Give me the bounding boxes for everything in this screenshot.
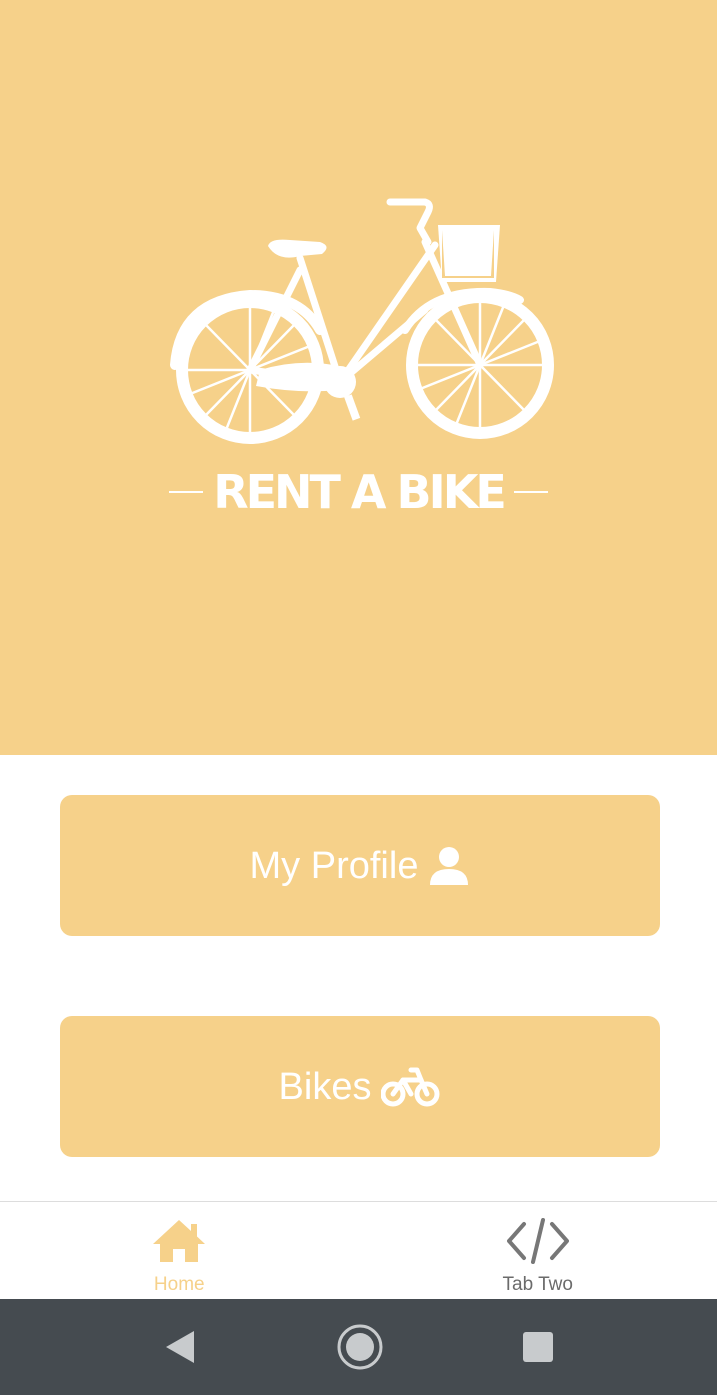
- recents-square-icon[interactable]: [508, 1299, 568, 1395]
- home-icon: [151, 1216, 207, 1266]
- back-triangle-icon[interactable]: [150, 1299, 210, 1395]
- bikes-label: Bikes: [278, 1065, 372, 1108]
- brand-divider-left: [169, 491, 204, 493]
- tab-home[interactable]: Home: [0, 1202, 359, 1300]
- my-profile-label: My Profile: [249, 844, 419, 887]
- brand-title: RENT A BIKE: [0, 462, 717, 522]
- code-icon: [506, 1216, 570, 1266]
- bottom-tab-bar: Home Tab Two: [0, 1201, 717, 1300]
- tab-two-label: Tab Two: [502, 1274, 573, 1295]
- tab-home-label: Home: [153, 1274, 205, 1295]
- person-icon: [428, 845, 470, 887]
- app-screen: RENT A BIKE My Profile Bikes Home Tab Tw…: [0, 0, 717, 1395]
- tab-two[interactable]: Tab Two: [359, 1202, 717, 1300]
- system-navigation-bar: [0, 1299, 717, 1395]
- menu-section: My Profile Bikes: [0, 755, 717, 1201]
- my-profile-button[interactable]: My Profile: [60, 795, 660, 936]
- bikes-button[interactable]: Bikes: [60, 1016, 660, 1157]
- bike-icon: [381, 1066, 441, 1108]
- hero-banner: RENT A BIKE: [0, 0, 717, 755]
- home-circle-icon[interactable]: [330, 1299, 390, 1395]
- brand-text: RENT A BIKE: [213, 465, 507, 519]
- brand-divider-right: [513, 491, 548, 493]
